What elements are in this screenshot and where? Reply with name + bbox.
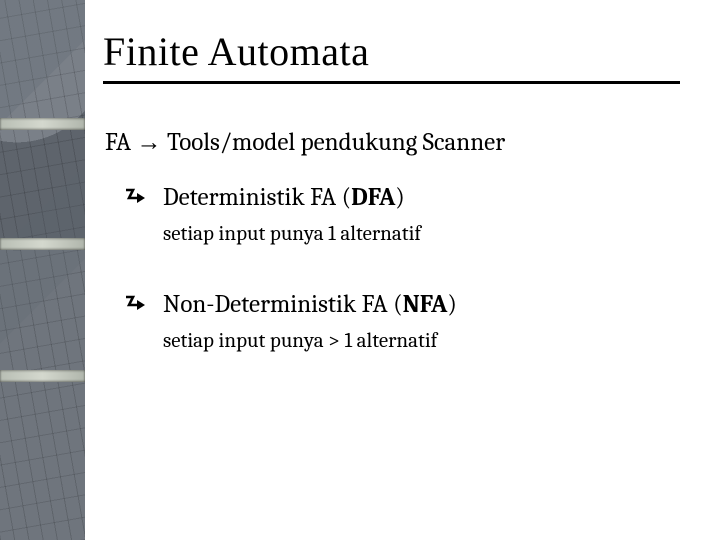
list-item: Non-Deterministik FA (NFA): [125, 290, 680, 319]
bullet-detail: setiap input punya > 1 alternatif: [163, 329, 680, 353]
zigzag-arrow-icon: [125, 294, 149, 314]
intro-prefix: FA: [105, 128, 137, 157]
slide-title: Finite Automata: [103, 28, 680, 84]
bullet-label: Non-Deterministik FA (NFA): [163, 290, 457, 319]
label-pre: Non-Deterministik FA (: [163, 290, 403, 319]
label-bold: DFA: [351, 183, 395, 212]
slide-content: Finite Automata FA → Tools/model penduku…: [85, 0, 720, 540]
label-post: ): [395, 183, 405, 212]
zigzag-arrow-icon: [125, 187, 149, 207]
bullet-detail: setiap input punya 1 alternatif: [163, 222, 680, 246]
bullet-label: Deterministik FA (DFA): [163, 183, 405, 212]
label-post: ): [447, 290, 457, 319]
intro-line: FA → Tools/model pendukung Scanner: [105, 128, 680, 157]
stone-wall-sidebar: [0, 0, 85, 540]
label-pre: Deterministik FA (: [163, 183, 351, 212]
label-bold: NFA: [403, 290, 448, 319]
list-item: Deterministik FA (DFA): [125, 183, 680, 212]
arrow-right-icon: →: [137, 128, 162, 156]
intro-suffix: Tools/model pendukung Scanner: [162, 128, 506, 157]
